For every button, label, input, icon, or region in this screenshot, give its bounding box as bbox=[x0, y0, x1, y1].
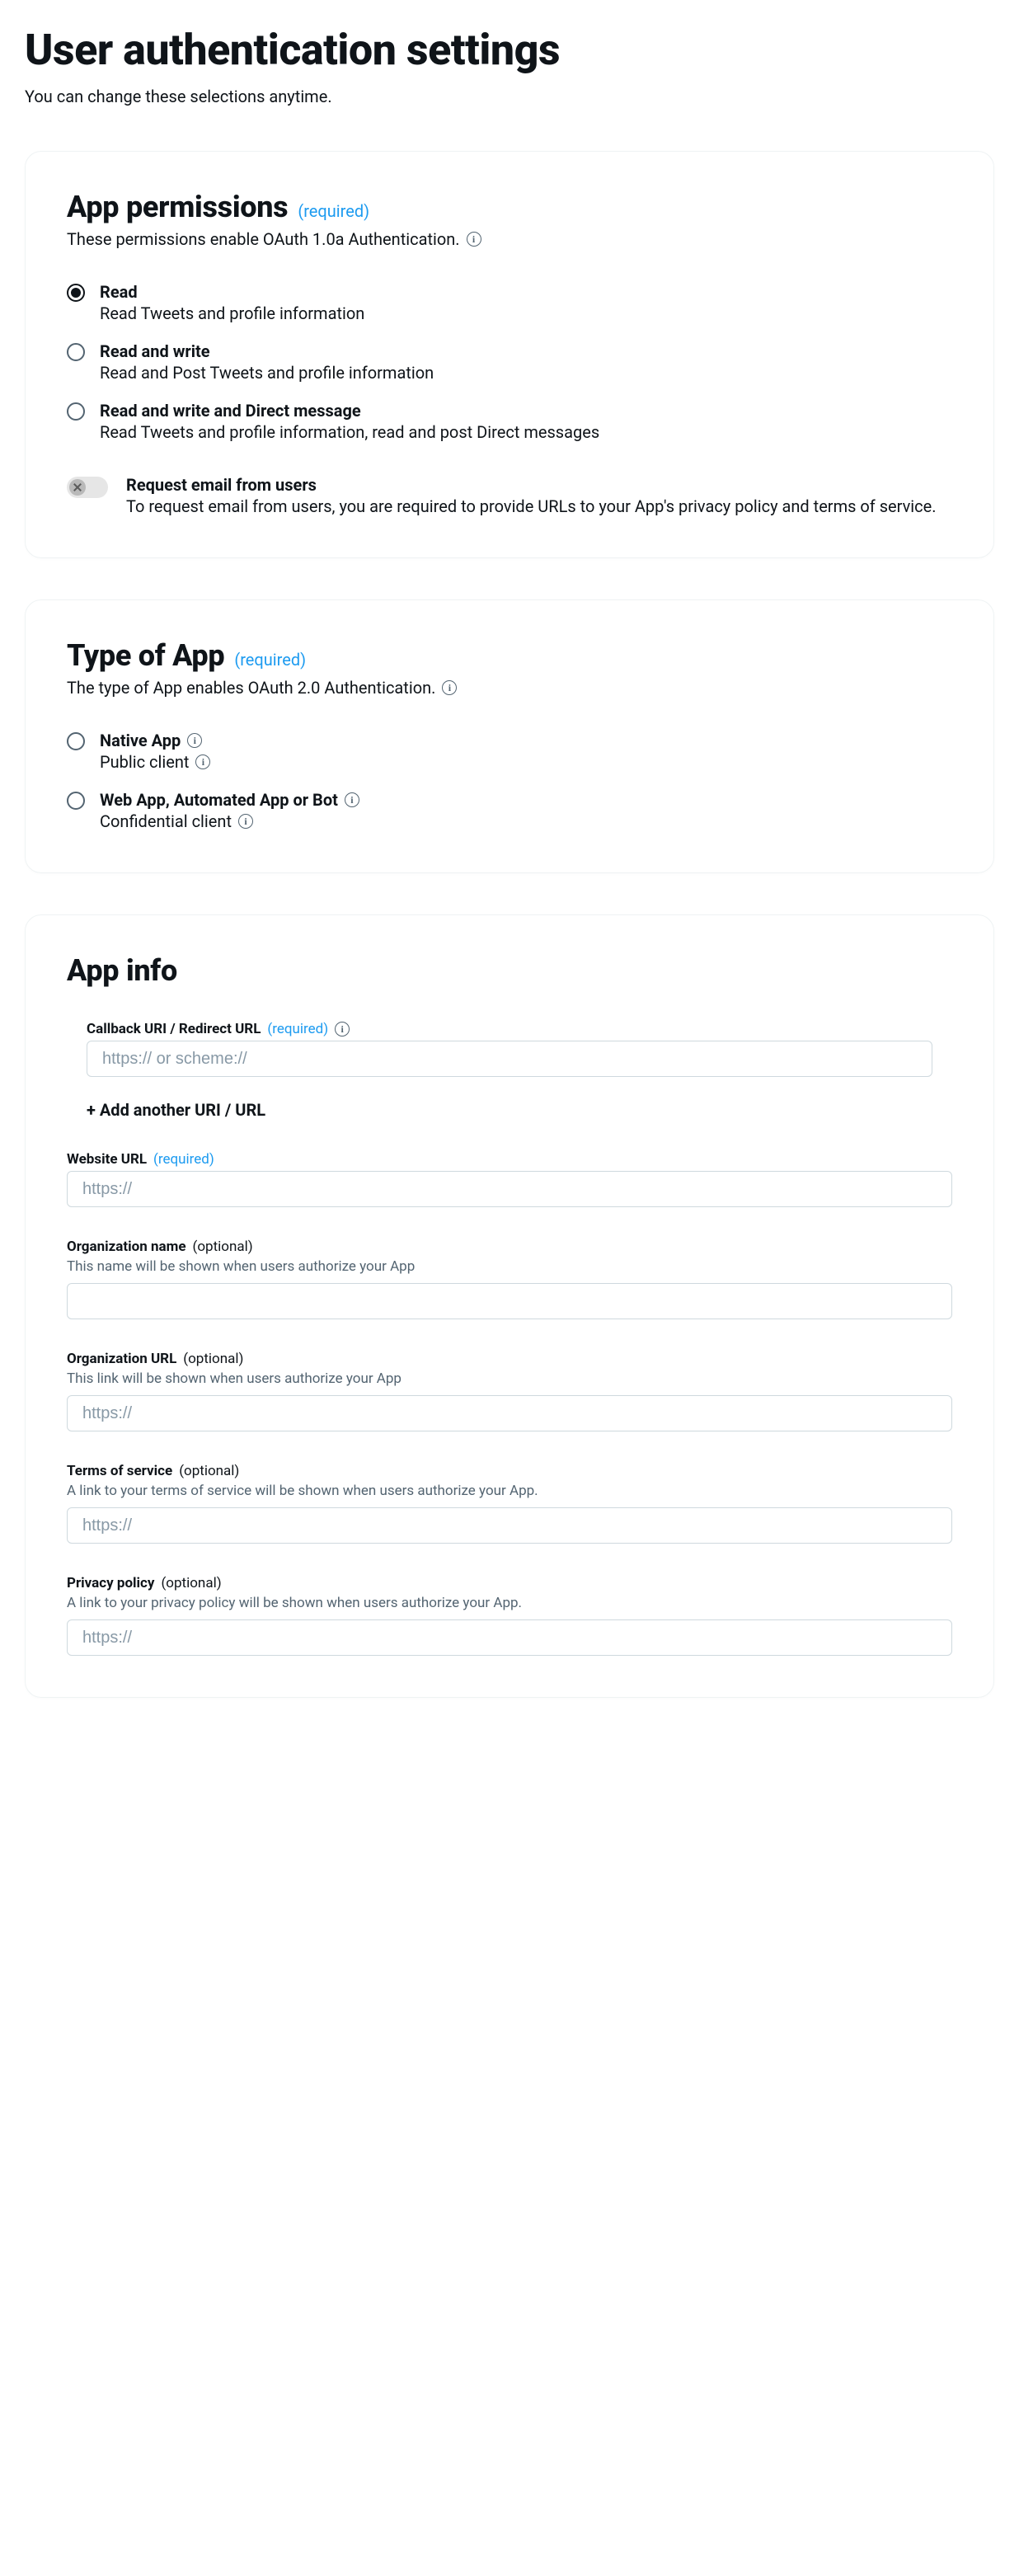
callback-required-tag: (required) bbox=[267, 1021, 328, 1037]
callback-input[interactable] bbox=[87, 1041, 932, 1077]
website-label: Website URL bbox=[67, 1151, 147, 1168]
radio-read-write-dm[interactable]: Read and write and Direct message Read T… bbox=[67, 401, 952, 442]
app-type-radio-group: Native App Public client Web App, Automa… bbox=[67, 731, 952, 831]
radio-circle[interactable] bbox=[67, 343, 85, 361]
type-of-app-card: Type of App (required) The type of App e… bbox=[25, 599, 994, 873]
radio-sublabel: Public client bbox=[100, 752, 189, 772]
request-email-row: Request email from users To request emai… bbox=[67, 475, 952, 516]
app-info-card: App info Callback URI / Redirect URL (re… bbox=[25, 914, 994, 1698]
radio-native-app[interactable]: Native App Public client bbox=[67, 731, 952, 772]
privacy-field-group: Privacy policy (optional) A link to your… bbox=[67, 1575, 952, 1656]
website-required-tag: (required) bbox=[153, 1151, 214, 1168]
tos-optional-tag: (optional) bbox=[179, 1463, 239, 1479]
radio-circle[interactable] bbox=[67, 792, 85, 810]
privacy-help: A link to your privacy policy will be sh… bbox=[67, 1595, 952, 1611]
website-input[interactable] bbox=[67, 1171, 952, 1207]
radio-read[interactable]: Read Read Tweets and profile information bbox=[67, 282, 952, 323]
org-name-label: Organization name bbox=[67, 1239, 186, 1255]
info-icon[interactable] bbox=[195, 754, 210, 769]
info-icon[interactable] bbox=[187, 733, 202, 748]
callback-field-group: Callback URI / Redirect URL (required) +… bbox=[67, 1021, 952, 1120]
privacy-label: Privacy policy bbox=[67, 1575, 154, 1591]
radio-circle[interactable] bbox=[67, 402, 85, 421]
org-url-optional-tag: (optional) bbox=[183, 1351, 243, 1367]
org-url-input[interactable] bbox=[67, 1395, 952, 1431]
tos-help: A link to your terms of service will be … bbox=[67, 1483, 952, 1499]
info-icon[interactable] bbox=[238, 814, 253, 829]
radio-label: Read and write bbox=[100, 341, 952, 361]
request-email-toggle[interactable] bbox=[67, 477, 108, 498]
toggle-knob bbox=[69, 479, 86, 496]
toggle-desc: To request email from users, you are req… bbox=[126, 496, 952, 516]
tos-input[interactable] bbox=[67, 1507, 952, 1544]
radio-label: Native App bbox=[100, 731, 181, 750]
permissions-desc: These permissions enable OAuth 1.0a Auth… bbox=[67, 229, 460, 249]
radio-circle[interactable] bbox=[67, 732, 85, 750]
radio-read-write[interactable]: Read and write Read and Post Tweets and … bbox=[67, 341, 952, 383]
toggle-label: Request email from users bbox=[126, 475, 952, 495]
privacy-input[interactable] bbox=[67, 1619, 952, 1656]
org-url-help: This link will be shown when users autho… bbox=[67, 1370, 952, 1387]
close-icon bbox=[73, 483, 82, 491]
org-name-help: This name will be shown when users autho… bbox=[67, 1258, 952, 1275]
permissions-required-tag: (required) bbox=[298, 201, 369, 221]
org-url-field-group: Organization URL (optional) This link wi… bbox=[67, 1351, 952, 1431]
app-info-title: App info bbox=[67, 953, 952, 988]
org-url-label: Organization URL bbox=[67, 1351, 176, 1367]
page-title: User authentication settings bbox=[25, 25, 994, 75]
org-name-input[interactable] bbox=[67, 1283, 952, 1319]
radio-sublabel: Read Tweets and profile information bbox=[100, 303, 952, 323]
info-icon[interactable] bbox=[467, 232, 481, 247]
radio-sublabel: Read and Post Tweets and profile informa… bbox=[100, 363, 952, 383]
tos-field-group: Terms of service (optional) A link to yo… bbox=[67, 1463, 952, 1544]
org-name-optional-tag: (optional) bbox=[193, 1239, 253, 1255]
org-name-field-group: Organization name (optional) This name w… bbox=[67, 1239, 952, 1319]
permissions-title: App permissions bbox=[67, 190, 288, 224]
callback-label: Callback URI / Redirect URL bbox=[87, 1021, 261, 1037]
app-type-desc: The type of App enables OAuth 2.0 Authen… bbox=[67, 678, 435, 698]
add-uri-button[interactable]: + Add another URI / URL bbox=[87, 1100, 265, 1120]
info-icon[interactable] bbox=[335, 1022, 350, 1037]
radio-label: Web App, Automated App or Bot bbox=[100, 790, 338, 810]
app-permissions-card: App permissions (required) These permiss… bbox=[25, 151, 994, 558]
radio-circle[interactable] bbox=[67, 284, 85, 302]
page-subtitle: You can change these selections anytime. bbox=[25, 87, 994, 106]
website-field-group: Website URL (required) bbox=[67, 1151, 952, 1207]
app-type-required-tag: (required) bbox=[234, 650, 306, 670]
info-icon[interactable] bbox=[442, 680, 457, 695]
permissions-radio-group: Read Read Tweets and profile information… bbox=[67, 282, 952, 442]
radio-label: Read and write and Direct message bbox=[100, 401, 952, 421]
radio-sublabel: Read Tweets and profile information, rea… bbox=[100, 422, 952, 442]
radio-label: Read bbox=[100, 282, 952, 302]
app-type-title: Type of App bbox=[67, 638, 224, 673]
radio-web-app[interactable]: Web App, Automated App or Bot Confidenti… bbox=[67, 790, 952, 831]
radio-sublabel: Confidential client bbox=[100, 811, 232, 831]
privacy-optional-tag: (optional) bbox=[161, 1575, 221, 1591]
info-icon[interactable] bbox=[345, 792, 359, 807]
tos-label: Terms of service bbox=[67, 1463, 172, 1479]
